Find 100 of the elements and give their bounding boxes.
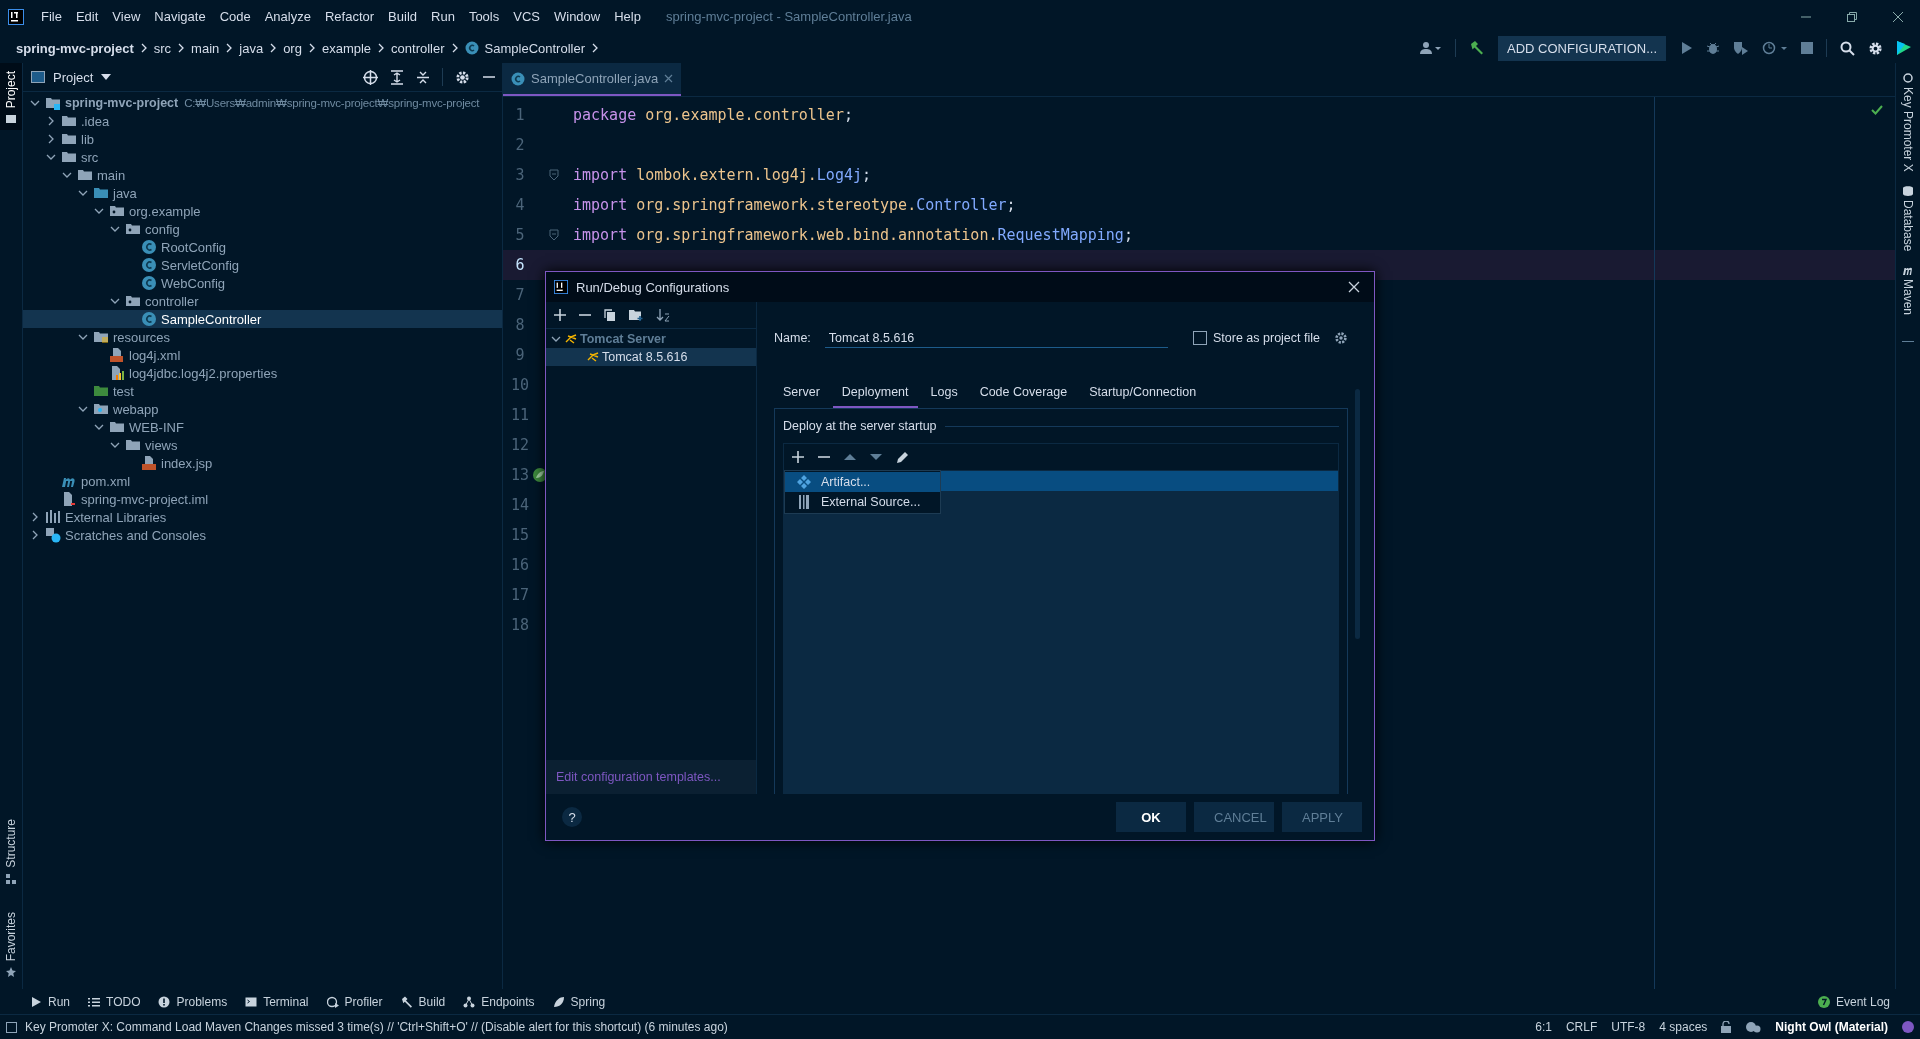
- tree-item[interactable]: resources: [23, 328, 502, 346]
- line-separator[interactable]: CRLF: [1565, 1020, 1598, 1034]
- store-checkbox[interactable]: Store as project file: [1193, 331, 1320, 345]
- line-number: 4: [514, 196, 526, 214]
- tool-window-button[interactable]: Terminal: [245, 994, 309, 1009]
- section-title: Deploy at the server startup: [783, 419, 937, 433]
- line-number: 11: [509, 406, 531, 424]
- tree-item[interactable]: index.jsp: [23, 454, 502, 472]
- tree-item[interactable]: WebConfig: [23, 274, 502, 292]
- menu-item[interactable]: Run: [424, 9, 462, 24]
- tree-item[interactable]: SampleController: [23, 310, 502, 328]
- tree-item[interactable]: java: [23, 184, 502, 202]
- tree-item[interactable]: WEB-INF: [23, 418, 502, 436]
- tree-item[interactable]: spring-mvc-project.iml: [23, 490, 502, 508]
- tree-item[interactable]: log4j.xml: [23, 346, 502, 364]
- menu-item[interactable]: Edit: [68, 9, 106, 24]
- menu-item[interactable]: Code: [212, 9, 258, 24]
- settings-tab[interactable]: Startup/Connection: [1080, 381, 1206, 408]
- tool-window-button[interactable]: Build: [400, 994, 446, 1009]
- tree-item[interactable]: Scratches and Consoles: [23, 526, 502, 544]
- menu-item[interactable]: View: [105, 9, 148, 24]
- settings-tab[interactable]: Logs: [921, 381, 967, 408]
- settings-tab[interactable]: Deployment: [832, 381, 918, 408]
- code-line: import lombok.extern.log4j.Log4j;: [573, 166, 872, 184]
- settings-tab[interactable]: Server: [774, 381, 829, 408]
- tree-item[interactable]: views: [23, 436, 502, 454]
- tree-item[interactable]: test: [23, 382, 502, 400]
- tool-window-button[interactable]: Problems: [158, 994, 228, 1009]
- breadcrumb-item[interactable]: SampleController: [484, 40, 585, 56]
- tool-window-tab[interactable]: Maven: [1901, 265, 1915, 316]
- tool-window-button[interactable]: Run: [30, 994, 70, 1009]
- code-line: import org.springframework.stereotype.Controller;: [573, 196, 1016, 214]
- breadcrumb-item[interactable]: java: [239, 40, 264, 56]
- tree-item[interactable]: pom.xml: [23, 472, 502, 490]
- code-line: import org.springframework.web.bind.annotation.RequestMapping;: [573, 226, 1133, 244]
- tree-item[interactable]: ServletConfig: [23, 256, 502, 274]
- settings-tab[interactable]: Code Coverage: [970, 381, 1077, 408]
- tree-item[interactable]: controller: [23, 292, 502, 310]
- event-log-button[interactable]: Event Log: [1817, 994, 1890, 1009]
- tool-window-tab[interactable]: Structure: [0, 810, 22, 890]
- menu-item[interactable]: Help: [607, 9, 648, 24]
- menu-item[interactable]: Navigate: [147, 9, 213, 24]
- panel-title[interactable]: Project: [53, 69, 94, 85]
- tree-item[interactable]: src: [23, 148, 502, 166]
- window-title: spring-mvc-project - SampleController.java: [665, 9, 912, 24]
- configuration-item[interactable]: Tomcat Server: [546, 330, 756, 348]
- tree-item[interactable]: External Libraries: [23, 508, 502, 526]
- configuration-item[interactable]: Tomcat 8.5.616: [546, 348, 756, 366]
- tree-item[interactable]: main: [23, 166, 502, 184]
- line-number: 18: [509, 616, 531, 634]
- tool-window-tab[interactable]: Favorites: [0, 903, 22, 983]
- breadcrumb-item[interactable]: example: [321, 40, 372, 56]
- tree-item[interactable]: lib: [23, 130, 502, 148]
- tool-window-button[interactable]: Spring: [552, 994, 606, 1009]
- theme-name[interactable]: Night Owl (Material): [1775, 1020, 1888, 1034]
- line-number: 15: [509, 526, 531, 544]
- popup-menu-item[interactable]: Artifact...: [785, 472, 940, 492]
- menu-item[interactable]: VCS: [506, 9, 547, 24]
- help-button[interactable]: ?: [562, 807, 582, 827]
- tool-window-tab[interactable]: Database: [1901, 185, 1915, 252]
- tree-item[interactable]: .idea: [23, 112, 502, 130]
- dialog-button[interactable]: OK: [1116, 802, 1186, 832]
- breadcrumb-item[interactable]: org: [283, 40, 302, 56]
- caret-position[interactable]: 6:1: [1535, 1020, 1552, 1034]
- indent-setting[interactable]: 4 spaces: [1659, 1020, 1708, 1034]
- line-number: 1: [514, 106, 526, 124]
- tree-item[interactable]: log4jdbc.log4j2.properties: [23, 364, 502, 382]
- name-field[interactable]: Tomcat 8.5.616: [824, 328, 1168, 348]
- breadcrumb-item[interactable]: controller: [391, 40, 445, 56]
- tree-item[interactable]: RootConfig: [23, 238, 502, 256]
- line-number: 12: [509, 436, 531, 454]
- line-number: 17: [509, 586, 531, 604]
- tree-item[interactable]: spring-mvc-project C:₩Users₩admin₩spring-mvc-project₩spring-mvc-project: [23, 94, 502, 112]
- code-line: package org.example.controller;: [573, 106, 853, 124]
- line-number: 2: [514, 136, 526, 154]
- menu-item[interactable]: Build: [381, 9, 424, 24]
- breadcrumb-item[interactable]: src: [153, 40, 172, 56]
- line-number: 13: [509, 466, 531, 484]
- line-number: 10: [509, 376, 531, 394]
- tree-item[interactable]: webapp: [23, 400, 502, 418]
- breadcrumb-item[interactable]: main: [191, 40, 220, 56]
- menu-item[interactable]: Refactor: [317, 9, 382, 24]
- tool-window-button[interactable]: TODO: [88, 994, 141, 1009]
- tree-item[interactable]: config: [23, 220, 502, 238]
- popup-menu-item[interactable]: External Source...: [785, 492, 940, 512]
- menu-item[interactable]: Tools: [461, 9, 507, 24]
- editor-tab[interactable]: SampleController.java: [503, 63, 682, 96]
- line-number: 5: [514, 226, 526, 244]
- menu-item[interactable]: Analyze: [257, 9, 318, 24]
- line-number: 14: [509, 496, 531, 514]
- add-configuration-button[interactable]: ADD CONFIGURATION...: [1498, 35, 1666, 61]
- tool-window-button[interactable]: Profiler: [326, 994, 383, 1009]
- menu-item[interactable]: File: [34, 9, 69, 24]
- menu-item[interactable]: Window: [546, 9, 608, 24]
- tree-item[interactable]: org.example: [23, 202, 502, 220]
- tool-window-tab[interactable]: Project: [0, 63, 22, 131]
- breadcrumb-item[interactable]: spring-mvc-project: [16, 40, 134, 56]
- file-encoding[interactable]: UTF-8: [1611, 1020, 1646, 1034]
- tool-window-button[interactable]: Endpoints: [463, 994, 535, 1009]
- tool-window-tab[interactable]: Key Promoter X: [1901, 73, 1915, 172]
